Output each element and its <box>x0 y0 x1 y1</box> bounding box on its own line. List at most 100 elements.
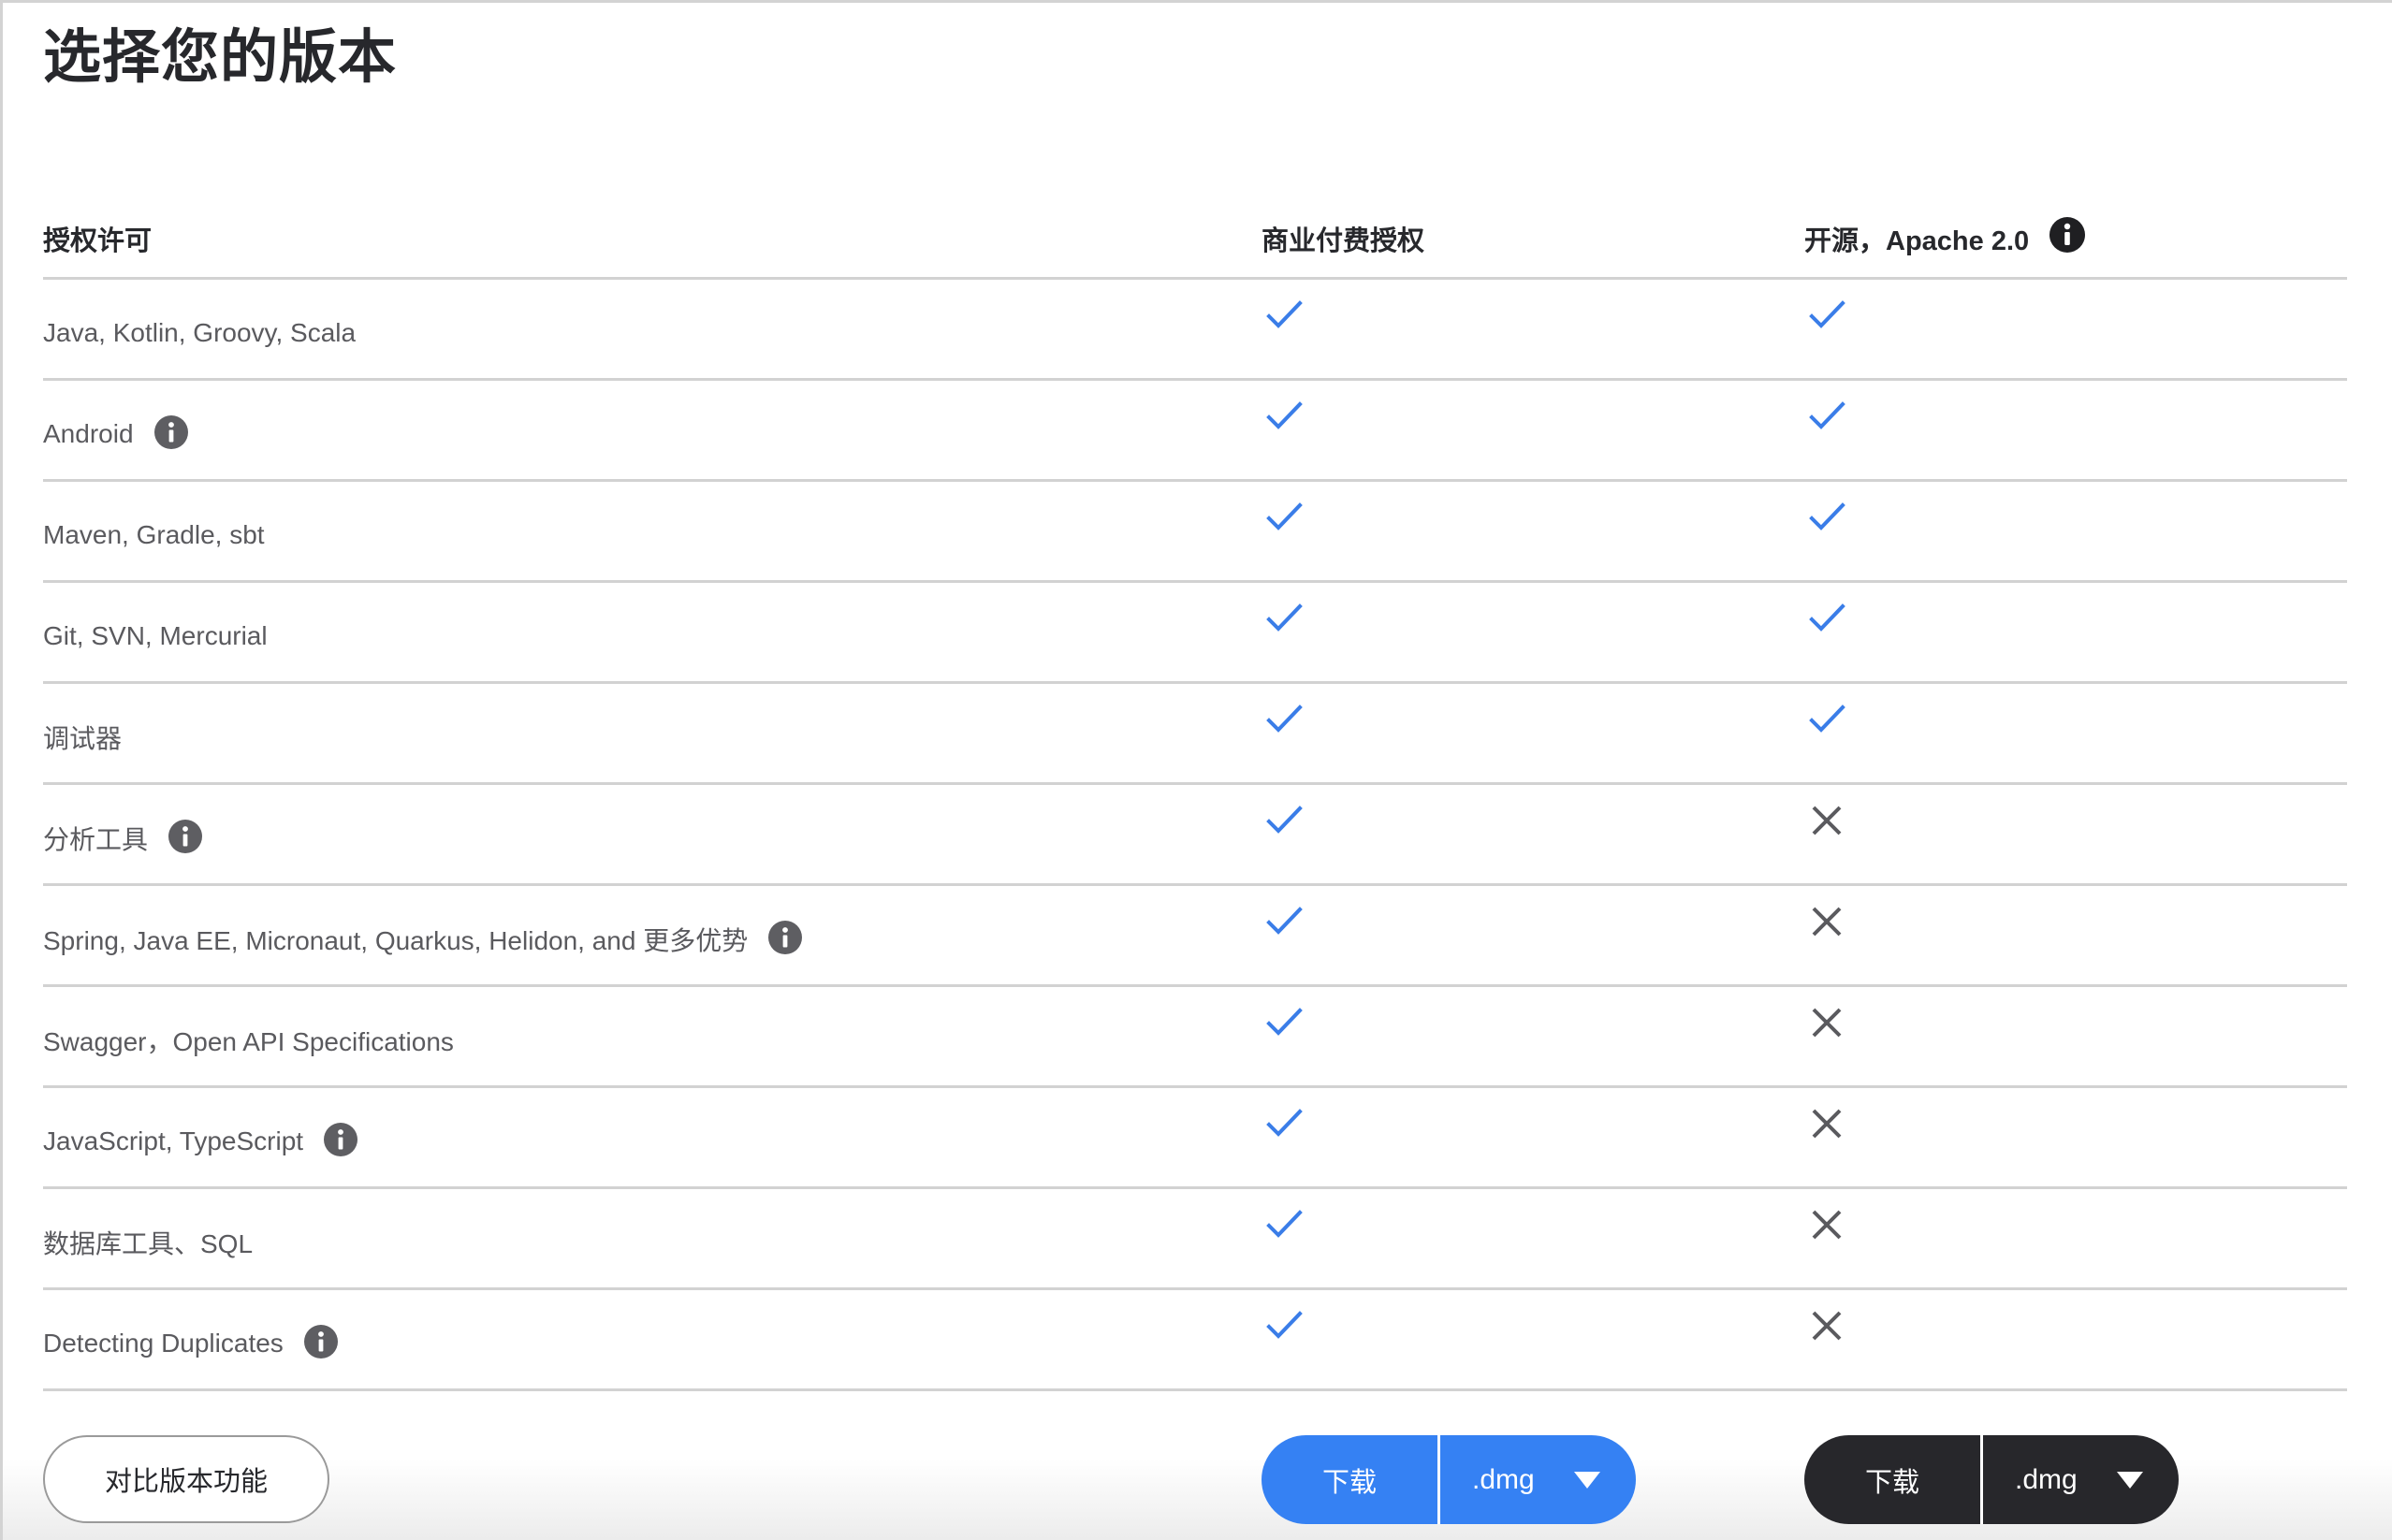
caret-down-icon <box>2117 1471 2143 1489</box>
caret-down-icon <box>1574 1471 1600 1489</box>
table-row: 调试器 <box>43 684 2347 785</box>
feature-label: 调试器 <box>43 723 123 753</box>
check-icon <box>1266 296 1305 340</box>
feature-label: Android <box>43 418 134 448</box>
feature-cell: Java, Kotlin, Groovy, Scala <box>43 280 356 378</box>
check-icon <box>1266 599 1305 643</box>
table-row: Spring, Java EE, Micronaut, Quarkus, Hel… <box>43 886 2347 987</box>
check-icon <box>1266 902 1305 946</box>
check-icon <box>1809 296 1848 340</box>
open-source-cell <box>1804 381 1845 479</box>
commercial-cell <box>1262 1189 1303 1287</box>
feature-cell: Swagger，Open API Specifications <box>43 987 454 1085</box>
open-source-cell <box>1804 1088 1842 1186</box>
commercial-format-dropdown[interactable]: .dmg <box>1440 1435 1636 1524</box>
check-icon <box>1266 498 1305 542</box>
commercial-cell <box>1262 381 1303 479</box>
cross-icon <box>1809 1106 1845 1146</box>
info-icon[interactable] <box>768 920 803 954</box>
feature-cell: 分析工具 <box>43 785 203 883</box>
open-source-download-button[interactable]: 下载 <box>1804 1435 1983 1524</box>
check-icon <box>1266 1003 1305 1047</box>
feature-cell: Maven, Gradle, sbt <box>43 482 265 580</box>
table-row: Java, Kotlin, Groovy, Scala <box>43 280 2347 381</box>
commercial-cell <box>1262 482 1303 580</box>
open-source-cell <box>1804 684 1845 782</box>
commercial-cell <box>1262 1290 1303 1388</box>
table-row: 数据库工具、SQL <box>43 1189 2347 1290</box>
page-title: 选择您的版本 <box>43 25 398 90</box>
feature-cell: Spring, Java EE, Micronaut, Quarkus, Hel… <box>43 886 803 984</box>
edition-comparison-table: 授权许可 商业付费授权 开源，Apache 2.0 Java, Kotlin, … <box>43 196 2347 1391</box>
info-icon[interactable] <box>153 414 188 449</box>
feature-label: Swagger，Open API Specifications <box>43 1026 454 1056</box>
commercial-cell <box>1262 785 1303 883</box>
check-icon <box>1266 700 1305 744</box>
feature-label: Detecting Duplicates <box>43 1328 284 1358</box>
cross-icon <box>1809 904 1845 944</box>
commercial-cell <box>1262 1088 1303 1186</box>
feature-cell: Android <box>43 381 188 479</box>
feature-label: JavaScript, TypeScript <box>43 1126 304 1155</box>
check-icon <box>1266 1306 1305 1350</box>
download-label: 下载 <box>1321 1467 1377 1498</box>
commercial-cell <box>1262 280 1303 378</box>
header-cell-license: 授权许可 <box>43 196 152 277</box>
info-icon[interactable] <box>168 819 203 853</box>
check-icon <box>1266 801 1305 845</box>
info-icon[interactable] <box>303 1324 338 1358</box>
commercial-download-button-group: 下载 .dmg <box>1262 1435 1636 1524</box>
check-icon <box>1266 1104 1305 1148</box>
commercial-cell <box>1262 886 1303 984</box>
table-row: JavaScript, TypeScript <box>43 1088 2347 1189</box>
check-icon <box>1266 397 1305 441</box>
check-icon <box>1809 700 1848 744</box>
column-header-commercial: 商业付费授权 <box>1262 226 1425 256</box>
table-row: Android <box>43 381 2347 482</box>
feature-cell: Git, SVN, Mercurial <box>43 583 268 681</box>
feature-label: Git, SVN, Mercurial <box>43 620 268 650</box>
table-row: Swagger，Open API Specifications <box>43 987 2347 1088</box>
check-icon <box>1266 1205 1305 1249</box>
commercial-cell <box>1262 987 1303 1085</box>
table-row: Detecting Duplicates <box>43 1290 2347 1391</box>
check-icon <box>1809 599 1848 643</box>
feature-cell: JavaScript, TypeScript <box>43 1088 358 1186</box>
info-icon[interactable] <box>324 1122 358 1156</box>
open-source-cell <box>1804 583 1845 681</box>
feature-label: Spring, Java EE, Micronaut, Quarkus, Hel… <box>43 925 749 955</box>
cross-icon <box>1809 1308 1845 1348</box>
cross-icon <box>1809 803 1845 843</box>
header-cell-open-source: 开源，Apache 2.0 <box>1804 196 2086 277</box>
format-label: .dmg <box>2015 1463 2078 1495</box>
format-label: .dmg <box>1472 1463 1535 1495</box>
open-source-cell <box>1804 785 1842 883</box>
feature-label: Java, Kotlin, Groovy, Scala <box>43 317 357 347</box>
open-source-cell <box>1804 886 1842 984</box>
open-source-cell <box>1804 1290 1842 1388</box>
feature-label: 数据库工具、SQL <box>43 1228 254 1258</box>
open-source-cell <box>1804 280 1845 378</box>
table-body: Java, Kotlin, Groovy, Scala Android Maven,… <box>43 280 2347 1391</box>
cross-icon <box>1809 1207 1845 1247</box>
commercial-cell <box>1262 684 1303 782</box>
cross-icon <box>1809 1005 1845 1045</box>
column-header-open-source: 开源，Apache 2.0 <box>1804 226 2030 256</box>
download-label: 下载 <box>1864 1467 1919 1498</box>
feature-label: Maven, Gradle, sbt <box>43 519 265 549</box>
table-row: 分析工具 <box>43 785 2347 886</box>
table-header-row: 授权许可 商业付费授权 开源，Apache 2.0 <box>43 196 2347 280</box>
check-icon <box>1809 397 1848 441</box>
column-header-license: 授权许可 <box>43 226 153 256</box>
compare-editions-button[interactable]: 对比版本功能 <box>43 1435 329 1523</box>
open-source-cell <box>1804 1189 1842 1287</box>
feature-cell: Detecting Duplicates <box>43 1290 338 1388</box>
commercial-download-button[interactable]: 下载 <box>1262 1435 1440 1524</box>
open-source-download-button-group: 下载 .dmg <box>1804 1435 2179 1524</box>
open-source-format-dropdown[interactable]: .dmg <box>1983 1435 2179 1524</box>
info-icon[interactable] <box>2049 217 2086 253</box>
open-source-cell <box>1804 987 1842 1085</box>
feature-cell: 调试器 <box>43 684 122 782</box>
feature-cell: 数据库工具、SQL <box>43 1189 253 1287</box>
table-row: Maven, Gradle, sbt <box>43 482 2347 583</box>
